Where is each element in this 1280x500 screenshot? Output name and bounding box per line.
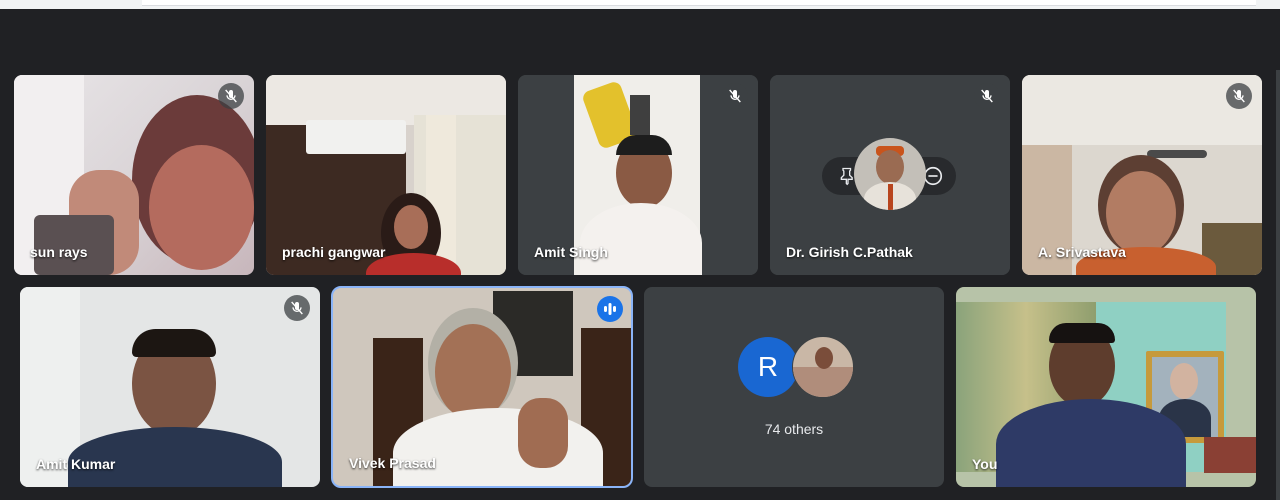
participant-name: Dr. Girish C.Pathak bbox=[786, 244, 913, 260]
participant-tile-prachi-gangwar[interactable]: prachi gangwar bbox=[266, 75, 506, 275]
others-count: 74 others bbox=[764, 421, 824, 437]
mic-off-icon bbox=[1226, 83, 1252, 109]
participant-name: Amit Singh bbox=[534, 244, 608, 260]
mic-off-icon bbox=[722, 83, 748, 109]
video-feed bbox=[956, 287, 1256, 487]
avatar: R bbox=[738, 337, 798, 397]
participant-tile-sun-rays[interactable]: sun rays bbox=[14, 75, 254, 275]
participant-name: You bbox=[972, 456, 998, 472]
avatar-photo bbox=[792, 336, 854, 398]
participant-name: A. Srivastava bbox=[1038, 244, 1126, 260]
mic-off-icon bbox=[218, 83, 244, 109]
participant-name: sun rays bbox=[30, 244, 88, 260]
participant-name: Amit Kumar bbox=[36, 456, 116, 472]
browser-top-strip bbox=[0, 0, 1280, 9]
participant-tile-amit-kumar[interactable]: Amit Kumar bbox=[20, 287, 320, 487]
others-tile[interactable]: R 74 others bbox=[644, 287, 944, 487]
speaking-indicator-icon bbox=[597, 296, 623, 322]
scrollbar[interactable] bbox=[1276, 70, 1280, 500]
participant-name: prachi gangwar bbox=[282, 244, 386, 260]
address-bar-edge bbox=[142, 0, 1256, 6]
participant-tile-amit-singh[interactable]: Amit Singh bbox=[518, 75, 758, 275]
participant-tile-vivek-prasad[interactable]: Vivek Prasad bbox=[331, 286, 633, 488]
avatar-letter: R bbox=[757, 351, 779, 382]
participant-tile-dr-girish-c-pathak[interactable]: Dr. Girish C.Pathak bbox=[770, 75, 1010, 275]
avatar bbox=[854, 138, 926, 210]
participant-tile-a-srivastava[interactable]: A. Srivastava bbox=[1022, 75, 1262, 275]
mic-off-icon bbox=[974, 83, 1000, 109]
mic-off-icon bbox=[284, 295, 310, 321]
participant-name: Vivek Prasad bbox=[349, 455, 436, 471]
participant-tile-you[interactable]: You bbox=[956, 287, 1256, 487]
